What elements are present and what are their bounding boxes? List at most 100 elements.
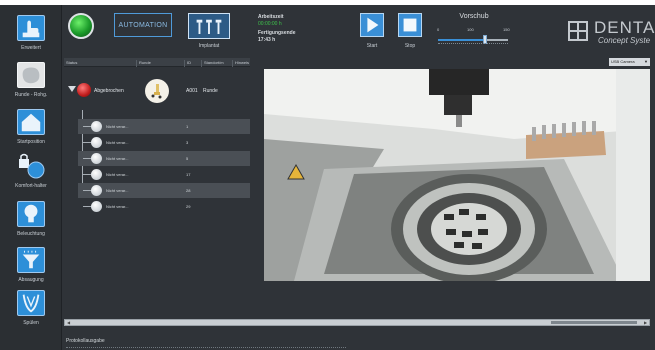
home-icon: [17, 109, 45, 135]
logo-sub: Concept Syste: [598, 36, 651, 45]
time-info: Arbeitszeit 00:00:00 h Fertigungsende 17…: [258, 14, 296, 44]
start-button[interactable]: [360, 13, 384, 37]
sidebar-item-beleuchtung[interactable]: Beleuchtung: [0, 199, 62, 247]
logo-mark-icon: [568, 21, 588, 41]
camera-feed: [264, 69, 650, 281]
stop-icon: [403, 18, 417, 32]
hand-pointer-icon: [17, 15, 45, 41]
work-time-value: 00:00:00 h: [258, 21, 282, 27]
column-header-id[interactable]: ID: [184, 60, 191, 67]
pending-status-icon: [91, 153, 102, 164]
sidebar-item-label: Absaugung: [18, 277, 44, 283]
sidebar-item-label: Spülen: [23, 320, 39, 326]
sidebar-item-spuelen[interactable]: Spülen: [0, 288, 62, 336]
sidebar: Erweitert Runde - Rohg. Startposition Ko…: [0, 5, 62, 350]
column-header-status[interactable]: Status: [64, 60, 77, 67]
row-status: Nicht verar...: [106, 140, 129, 145]
sidebar-item-absaugung[interactable]: Absaugung: [0, 245, 62, 293]
row-shape: Runde: [203, 88, 218, 94]
pending-status-icon: [91, 169, 102, 180]
sidebar-item-erweitert[interactable]: Erweitert: [0, 13, 62, 61]
pending-status-icon: [91, 201, 102, 212]
table-row[interactable]: Nicht verar... 28: [78, 183, 250, 198]
lock-holder-icon: [17, 153, 45, 179]
rinse-icon: [17, 290, 45, 316]
log-output-label: Protokollausgabe: [66, 338, 105, 344]
feed-rate-title: Vorschub: [459, 13, 489, 20]
toolbar: AUTOMATION Implantat Arbeitszeit 00:00:0…: [62, 5, 655, 60]
camera-select-value: USB Camera: [611, 59, 635, 64]
row-status: Nicht verar...: [106, 156, 129, 161]
implant-label: Implantat: [198, 43, 220, 49]
camera-select[interactable]: USB Camera ▼: [609, 58, 650, 66]
sidebar-item-label: Runde - Rohg.: [14, 92, 48, 98]
feed-slider-ticks: [438, 43, 508, 45]
row-status: Nicht verar...: [106, 188, 129, 193]
aborted-status-icon: [77, 83, 91, 97]
row-id: 29: [186, 204, 191, 209]
row-id: 28: [186, 188, 191, 193]
feed-min: 0: [437, 27, 440, 32]
work-time-label: Arbeitszeit: [258, 14, 284, 20]
sidebar-item-label: Startposition: [17, 139, 45, 145]
feed-slider-track[interactable]: [438, 39, 508, 41]
feed-max: 150: [503, 27, 510, 32]
implant-icon: [196, 19, 222, 34]
automation-button[interactable]: AUTOMATION: [114, 13, 172, 37]
table-row[interactable]: Nicht verar... 1: [78, 119, 250, 134]
row-id: 3: [186, 140, 189, 145]
table-row[interactable]: Nicht verar... 5: [78, 151, 250, 166]
pending-status-icon: [91, 137, 102, 148]
implant-button[interactable]: [188, 13, 230, 39]
column-header-hinweis[interactable]: Hinweis: [232, 60, 249, 67]
app-window: Erweitert Runde - Rohg. Startposition Ko…: [0, 5, 655, 350]
column-header-runde[interactable]: Runde: [136, 60, 151, 67]
finish-time-value: 17:43 h: [258, 37, 276, 43]
sidebar-item-komforthalter[interactable]: Komfort-halter: [0, 151, 62, 201]
feed-rate-control: Vorschub 0 100 150: [434, 13, 514, 53]
sidebar-item-label: Erweitert: [21, 45, 41, 51]
start-label: Start: [366, 43, 378, 49]
row-id: A001: [186, 88, 198, 94]
play-icon: [367, 17, 379, 33]
table-header: Status Runde ID Standort/m Hinweis: [64, 58, 250, 67]
row-id: 5: [186, 156, 189, 161]
row-status: Nicht verar...: [106, 204, 129, 209]
feed-slider-fill: [438, 39, 485, 41]
blank-disc-icon: [17, 62, 45, 88]
row-id: 17: [186, 172, 191, 177]
log-output-area: [66, 347, 346, 349]
scroll-left-icon[interactable]: ◀: [65, 320, 72, 325]
stop-label: Stop: [404, 43, 416, 49]
horizontal-scrollbar[interactable]: ◀ ▶: [64, 319, 650, 326]
pending-status-icon: [91, 185, 102, 196]
row-status: Abgebrochen: [94, 88, 124, 94]
job-table: Status Runde ID Standort/m Hinweis Abgeb…: [64, 58, 250, 320]
sidebar-item-label: Beleuchtung: [17, 231, 45, 237]
feed-current[interactable]: 100: [467, 27, 474, 32]
suction-funnel-icon: [17, 247, 45, 273]
row-id: 1: [186, 124, 189, 129]
finish-time-label: Fertigungsende: [258, 30, 296, 36]
stop-button[interactable]: [398, 13, 422, 37]
logo-name: DENTA: [594, 18, 655, 37]
collapse-caret-icon[interactable]: [68, 86, 76, 92]
sidebar-item-label: Komfort-halter: [15, 183, 47, 189]
row-status: Nicht verar...: [106, 172, 129, 177]
brand-logo: DENTA Concept Syste: [568, 19, 655, 45]
column-header-standort[interactable]: Standort/m: [201, 60, 224, 67]
table-row[interactable]: Nicht verar... 3: [78, 135, 250, 150]
sidebar-item-runde[interactable]: Runde - Rohg.: [0, 60, 62, 108]
table-row[interactable]: Nicht verar... 17: [78, 167, 250, 182]
sidebar-item-startposition[interactable]: Startposition: [0, 107, 62, 155]
table-row[interactable]: Nicht verar... 29: [78, 199, 250, 214]
status-indicator-icon: [68, 13, 94, 39]
lightbulb-icon: [17, 201, 45, 227]
blank-thumbnail-icon: [145, 79, 169, 103]
table-row-parent[interactable]: Abgebrochen A001 Runde: [64, 70, 250, 110]
pending-status-icon: [91, 121, 102, 132]
scrollbar-thumb[interactable]: [551, 321, 637, 324]
scroll-right-icon[interactable]: ▶: [642, 320, 649, 325]
chevron-down-icon: ▼: [644, 59, 648, 64]
row-status: Nicht verar...: [106, 124, 129, 129]
